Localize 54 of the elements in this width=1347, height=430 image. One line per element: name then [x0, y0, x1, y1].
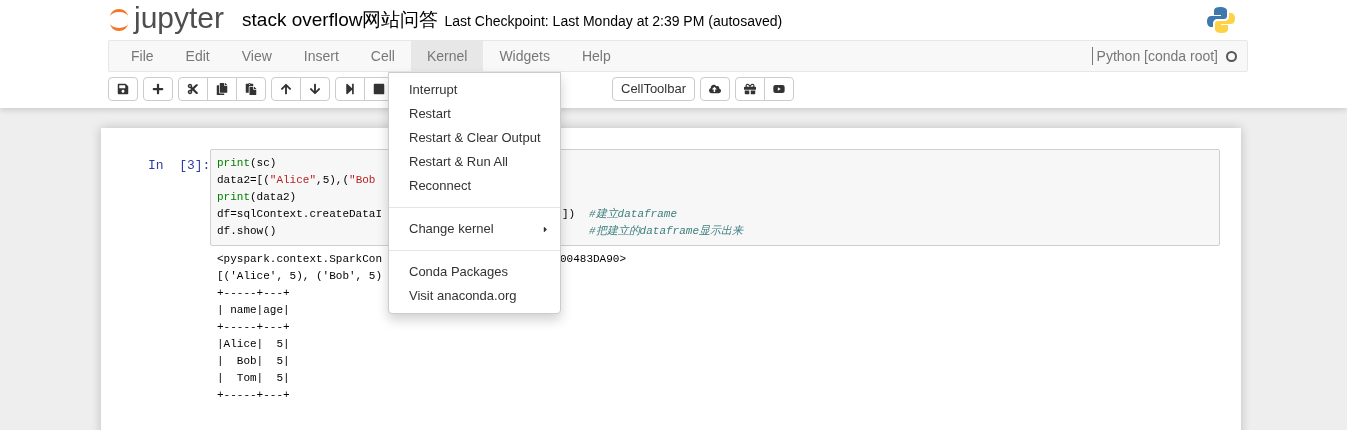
save-icon[interactable] [108, 77, 138, 101]
paste-icon[interactable] [236, 77, 266, 101]
kernel-name: Python [conda root] [1096, 46, 1218, 66]
menu-entry[interactable]: Restart [389, 102, 560, 126]
cell-toolbar-button[interactable]: CellToolbar [612, 77, 696, 101]
code-line: data2=[("Alice",5),("Bob [217, 174, 376, 186]
menu-item[interactable]: Edit [169, 41, 226, 71]
code-text: ]) [562, 208, 576, 220]
play-icon[interactable] [764, 77, 795, 101]
output-line: +-----+---+ [217, 287, 290, 299]
output-line: | name|age| [217, 304, 290, 316]
menu-item[interactable]: Widgets [483, 41, 566, 71]
menu-entry[interactable]: Restart & Clear Output [389, 126, 560, 150]
menu-entry[interactable]: Visit anaconda.org [389, 284, 560, 308]
arrow-up-icon[interactable] [271, 77, 301, 101]
copy-icon[interactable] [207, 77, 237, 101]
scissors-icon[interactable] [178, 77, 208, 101]
menu-entry[interactable]: Change kernel [389, 217, 560, 241]
logo-text: jupyter [134, 3, 225, 33]
menu-item[interactable]: View [225, 41, 288, 71]
step-forward-icon[interactable] [335, 77, 365, 101]
cloud-upload-icon[interactable] [700, 77, 731, 101]
jupyter-logo-icon [108, 7, 130, 33]
output-line: |Alice| 5| [217, 338, 290, 350]
output-line: | Bob| 5| [217, 355, 290, 367]
code-line: print(data2) [217, 191, 297, 203]
menu-item[interactable]: Cell [354, 41, 411, 71]
notebook-name[interactable]: stack overflow网站问答 [242, 5, 439, 35]
menu-item[interactable]: Kernel [410, 41, 484, 71]
code-line: print(sc) [217, 157, 277, 169]
menu-item[interactable]: Insert [287, 41, 355, 71]
output-line: <pyspark.context.SparkCon [217, 253, 383, 265]
output-line: +-----+---+ [217, 321, 290, 333]
menu-entry[interactable]: Conda Packages [389, 260, 560, 284]
menu-entry[interactable]: Reconnect [389, 174, 560, 198]
python-logo-icon [1207, 6, 1235, 34]
output-line: | Tom| 5| [217, 372, 290, 384]
submenu-caret-icon [541, 224, 550, 234]
code-comment: #建立dataframe [589, 207, 677, 222]
arrow-down-icon[interactable] [300, 77, 330, 101]
menu-item[interactable]: Help [565, 41, 627, 71]
gift-icon[interactable] [735, 77, 766, 101]
menu-entry[interactable]: Interrupt [389, 78, 560, 102]
menu-item[interactable]: File [115, 41, 170, 71]
output-line: 00483DA90> [560, 252, 626, 267]
checkpoint-status: Last Checkpoint: Last Monday at 2:39 PM (autosaved) [444, 12, 783, 31]
plus-icon[interactable] [143, 77, 173, 101]
output-line: +-----+---+ [217, 389, 290, 401]
code-comment: #把建立的dataframe显示出来 [589, 224, 743, 239]
code-line: df=sqlContext.createDataI [217, 208, 383, 220]
code-line: df.show() [217, 225, 277, 237]
cell-prompt: In [3]: [147, 157, 210, 175]
menu-entry[interactable]: Restart & Run All [389, 150, 560, 174]
output-line: [('Alice', 5), ('Bob', 5) [217, 270, 383, 282]
